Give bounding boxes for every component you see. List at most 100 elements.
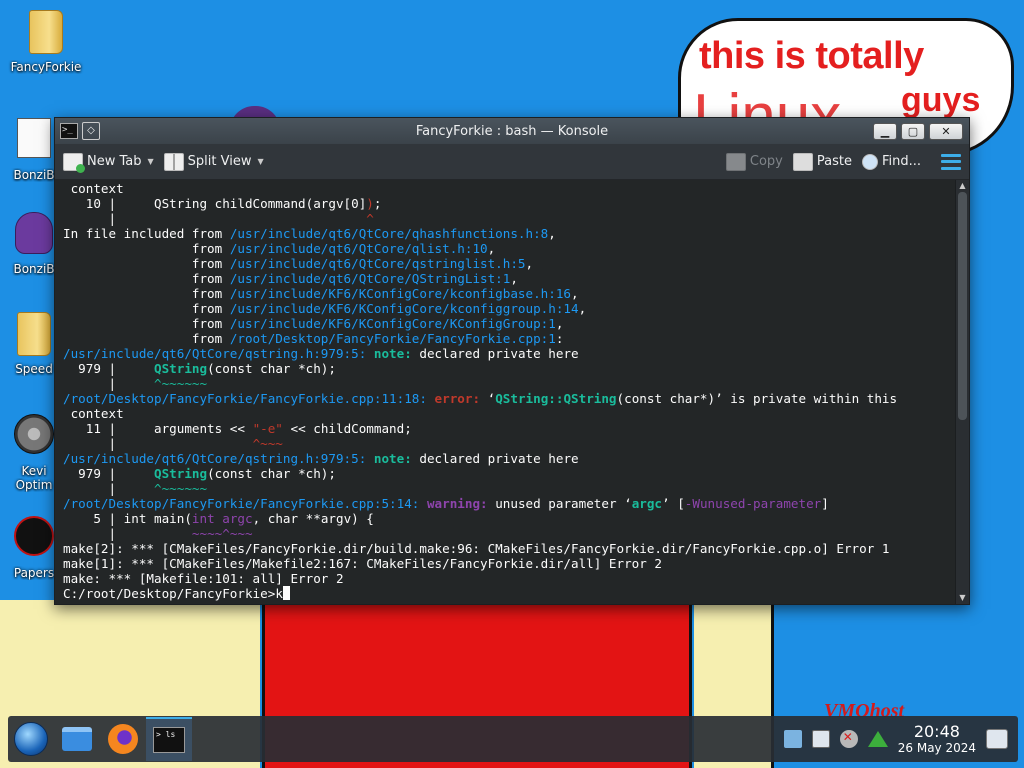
start-button[interactable] — [8, 717, 54, 761]
terminal-output[interactable]: context 10 | QString childCommand(argv[0… — [55, 180, 957, 604]
window-controls: ▁ ▢ ✕ — [873, 122, 963, 140]
terminal-prompt-line[interactable]: C:/root/Desktop/FancyForkie>k — [63, 586, 957, 601]
new-tab-button[interactable]: New Tab ▼ — [63, 152, 154, 173]
system-tray: 20:48 26 May 2024 — [783, 722, 1018, 755]
split-view-label: Split View — [187, 154, 252, 169]
terminal-text-segment: ^~~~~~~ — [154, 481, 208, 496]
terminal-text-segment: error: — [434, 391, 481, 406]
terminal-text-segment: (const char *ch); — [207, 361, 336, 376]
meme-text: this is totally — [699, 35, 924, 77]
terminal-text-segment: , — [525, 256, 534, 271]
split-view-icon — [163, 152, 184, 171]
terminal-line: | ^~~~~~~ — [63, 481, 957, 496]
chevron-down-icon[interactable]: ▼ — [148, 157, 154, 166]
terminal-line: | ^~~~~~~ — [63, 376, 957, 391]
toolbar-right-group: Copy Paste Find... — [725, 152, 961, 171]
terminal-text-segment: (const char*)’ is private within this — [616, 391, 898, 406]
maximize-button[interactable]: ▢ — [901, 122, 925, 140]
terminal-text-segment: from — [63, 271, 230, 286]
taskbar-firefox[interactable] — [100, 717, 146, 761]
copy-icon — [725, 152, 746, 171]
scrollbar-thumb[interactable] — [958, 192, 967, 420]
disc-icon — [13, 414, 55, 460]
terminal-scrollbar[interactable]: ▲ ▼ — [955, 180, 969, 604]
terminal-text-segment: 10 | QString childCommand(argv[0] — [63, 196, 367, 211]
clipboard-tray-icon[interactable] — [783, 730, 802, 748]
terminal-text-segment: ~~~~^~~~ — [191, 526, 253, 541]
new-tab-icon — [63, 152, 85, 173]
terminal-line: /usr/include/qt6/QtCore/qstring.h:979:5:… — [63, 346, 957, 361]
terminal-line: from /usr/include/KF6/KConfigCore/KConfi… — [63, 316, 957, 331]
firefox-icon — [108, 724, 138, 754]
terminal-line: 979 | QString(const char *ch); — [63, 361, 957, 376]
volume-muted-icon[interactable] — [839, 730, 858, 748]
terminal-text-segment: int argc — [191, 511, 253, 526]
meme-guys-text: guys — [901, 81, 981, 119]
copy-label: Copy — [749, 154, 783, 169]
taskbar-konsole[interactable]: > ls — [146, 717, 192, 761]
terminal-line: context — [63, 181, 957, 196]
terminal-text-segment: from — [63, 301, 230, 316]
file-manager-icon — [62, 727, 92, 751]
scroll-up-icon[interactable]: ▲ — [956, 180, 969, 192]
clock[interactable]: 20:48 26 May 2024 — [897, 722, 976, 755]
terminal-text-segment: unused parameter ‘ — [487, 496, 632, 511]
terminal-line: make[2]: *** [CMakeFiles/FancyForkie.dir… — [63, 541, 957, 556]
folder-icon — [13, 312, 55, 358]
terminal-text-segment: ^ — [366, 211, 374, 226]
terminal-text-segment: make: *** [Makefile:101: all] Error 2 — [63, 571, 344, 586]
clock-time: 20:48 — [913, 722, 960, 741]
konsole-app-icon[interactable]: >_ — [60, 123, 78, 139]
minimize-button[interactable]: ▁ — [873, 122, 897, 140]
notes-tray-icon[interactable] — [811, 730, 830, 748]
taskbar-file-manager[interactable] — [54, 717, 100, 761]
terminal-text-segment: 5 | int main( — [63, 511, 192, 526]
show-desktop-icon[interactable] — [986, 729, 1008, 749]
terminal-text-segment: /usr/include/KF6/KConfigCore/kconfigbase… — [229, 286, 572, 301]
terminal-text-segment: ) — [366, 196, 374, 211]
scrollbar-track[interactable] — [958, 192, 967, 592]
terminal-line: make: *** [Makefile:101: all] Error 2 — [63, 571, 957, 586]
scroll-down-icon[interactable]: ▼ — [956, 592, 969, 604]
find-button[interactable]: Find... — [861, 153, 921, 170]
copy-button[interactable]: Copy — [725, 152, 783, 171]
terminal-text-segment: , — [548, 226, 556, 241]
terminal-text-segment: 979 | — [63, 466, 154, 481]
split-view-button[interactable]: Split View ▼ — [163, 152, 264, 171]
terminal-text-segment: /root/Desktop/FancyForkie/FancyForkie.cp… — [63, 391, 435, 406]
terminal-text-segment: QString — [154, 466, 208, 481]
terminal-line: 11 | arguments << "-e" << childCommand; — [63, 421, 957, 436]
close-button[interactable]: ✕ — [929, 122, 963, 140]
terminal-text-segment: from — [63, 286, 230, 301]
new-tab-label: New Tab — [87, 154, 142, 169]
terminal-line: from /usr/include/KF6/KConfigCore/kconfi… — [63, 286, 957, 301]
terminal-text-segment: /usr/include/qt6/QtCore/QStringList:1 — [229, 271, 511, 286]
terminal-line: make[1]: *** [CMakeFiles/Makefile2:167: … — [63, 556, 957, 571]
search-icon — [861, 153, 878, 170]
shell-input[interactable]: k — [275, 586, 283, 601]
terminal-text-segment: << childCommand; — [282, 421, 412, 436]
hamburger-menu-icon[interactable] — [941, 153, 961, 170]
desktop-icon-fancyforkie[interactable]: FancyForkie — [6, 8, 86, 74]
file-icon — [13, 118, 55, 164]
window-titlebar[interactable]: >_ ◇ FancyForkie : bash — Konsole ▁ ▢ ✕ — [55, 118, 969, 144]
terminal-text-segment: ; — [373, 196, 382, 211]
keep-above-icon[interactable]: ◇ — [82, 122, 100, 140]
terminal-line: from /usr/include/qt6/QtCore/qlist.h:10, — [63, 241, 957, 256]
network-icon[interactable] — [867, 731, 888, 747]
terminal-text-segment: , — [510, 271, 518, 286]
terminal-text-segment: -Wunused-parameter — [684, 496, 822, 511]
terminal-text-segment: /root/Desktop/FancyForkie/FancyForkie.cp… — [63, 496, 427, 511]
konsole-window[interactable]: >_ ◇ FancyForkie : bash — Konsole ▁ ▢ ✕ … — [54, 117, 970, 605]
terminal-line: from /usr/include/KF6/KConfigCore/kconfi… — [63, 301, 957, 316]
paste-label: Paste — [816, 154, 852, 169]
terminal-text-segment: | — [63, 481, 154, 496]
terminal-text-segment: argc — [631, 496, 663, 511]
konsole-toolbar: New Tab ▼ Split View ▼ Copy Paste Find..… — [55, 144, 969, 180]
terminal-text-segment: warning: — [426, 496, 488, 511]
terminal-text-segment: /usr/include/qt6/QtCore/qstring.h:979:5: — [63, 346, 374, 361]
chevron-down-icon[interactable]: ▼ — [257, 157, 263, 166]
paste-button[interactable]: Paste — [792, 152, 852, 171]
clock-date: 26 May 2024 — [897, 741, 976, 755]
taskbar: > ls 20:48 26 May 2024 — [8, 716, 1018, 762]
